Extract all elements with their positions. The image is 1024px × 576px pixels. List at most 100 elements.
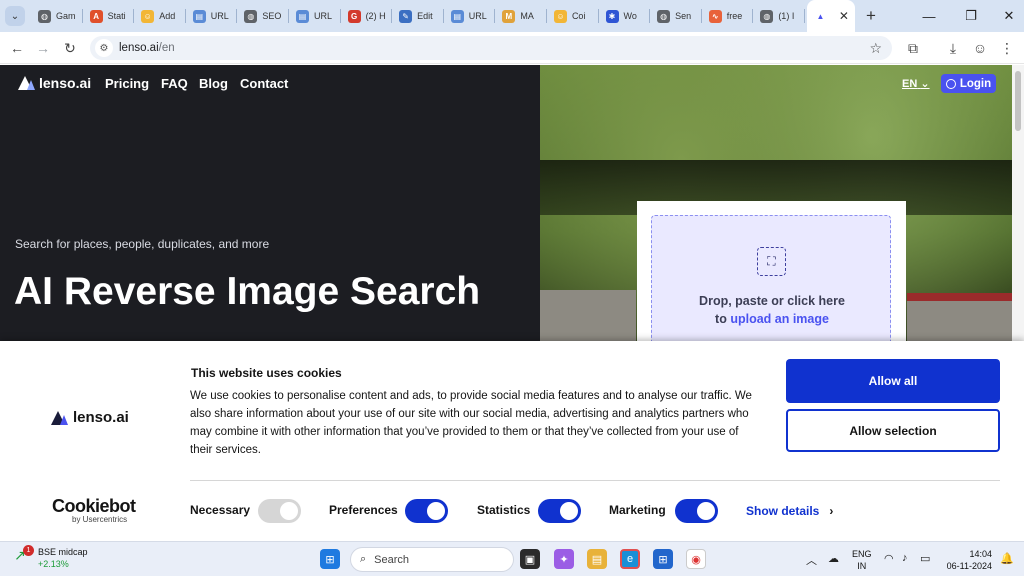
menu-kebab-icon[interactable]: ⋮ <box>994 35 1020 61</box>
notification-bell-icon[interactable]: 🔔 <box>1000 552 1014 565</box>
browser-tab[interactable]: ▤ URL <box>289 0 341 32</box>
chrome-icon[interactable]: ◉ <box>686 549 706 569</box>
browser-tab[interactable]: ◍ SEO <box>237 0 289 32</box>
nav-faq[interactable]: FAQ <box>161 76 188 91</box>
nav-blog[interactable]: Blog <box>199 76 228 91</box>
smiley-icon: ☺ <box>141 9 155 23</box>
browser-tab[interactable]: ☺ Add <box>134 0 186 32</box>
file-explorer-icon[interactable]: ▤ <box>587 549 607 569</box>
clock-time: 14:04 <box>969 549 992 559</box>
scrollbar-thumb[interactable] <box>1015 71 1021 131</box>
login-button[interactable]: Login <box>941 74 996 93</box>
hero-title: AI Reverse Image Search <box>14 270 481 313</box>
drop-instruction: Drop, paste or click here <box>699 294 845 308</box>
nav-contact[interactable]: Contact <box>240 76 288 91</box>
preferences-toggle[interactable] <box>405 499 448 523</box>
allow-all-button[interactable]: Allow all <box>786 359 1000 403</box>
download-icon[interactable]: ⤓ <box>940 35 966 61</box>
battery-icon[interactable]: ▭ <box>920 552 930 565</box>
edit-icon: ✎ <box>399 9 413 23</box>
wifi-icon[interactable]: ◠ <box>884 552 894 565</box>
necessary-toggle[interactable] <box>258 499 301 523</box>
back-button[interactable]: ← <box>4 35 30 61</box>
address-bar[interactable]: ⚙ lenso.ai/en ☆ <box>90 36 892 60</box>
close-window-button[interactable]: ✕ <box>990 0 1024 32</box>
cookie-divider <box>190 480 1000 481</box>
chevron-down-icon: ⌄ <box>920 78 930 90</box>
tab-label: (1) I <box>778 11 795 21</box>
show-details-link[interactable]: Show details › <box>746 504 833 518</box>
edge-icon[interactable]: e <box>620 549 640 569</box>
site-logo[interactable]: lenso.ai <box>18 75 91 91</box>
notification-badge: 1 <box>23 545 34 556</box>
statistics-label: Statistics <box>477 503 531 517</box>
browser-tab[interactable]: ✱ Wo <box>599 0 651 32</box>
marketing-label: Marketing <box>609 503 666 517</box>
necessary-label: Necessary <box>190 503 251 517</box>
allow-selection-button[interactable]: Allow selection <box>786 409 1000 452</box>
browser-tab[interactable]: M MA <box>495 0 547 32</box>
reload-button[interactable]: ↻ <box>57 35 83 61</box>
new-tab-button[interactable]: + <box>859 6 883 26</box>
url-text: lenso.ai/en <box>119 42 175 54</box>
browser-tab[interactable]: ▤ URL <box>444 0 496 32</box>
windows-start-icon[interactable]: ⊞ <box>320 549 340 569</box>
tab-label: SEO <box>262 11 282 21</box>
smiley-icon: ☺ <box>553 9 567 23</box>
browser-tab[interactable]: ◍ Gam <box>31 0 83 32</box>
input-language[interactable]: ENG IN <box>852 548 872 572</box>
browser-tab[interactable]: ▤ URL <box>186 0 238 32</box>
forward-button[interactable]: → <box>30 35 56 61</box>
tab-label: Edit <box>417 11 433 21</box>
site-nav: lenso.ai Pricing FAQ Blog Contact EN ⌄ L… <box>0 65 1012 101</box>
stock-chart-icon: ↗ 1 <box>14 545 34 565</box>
upload-dropzone[interactable]: ⛶ Drop, paste or click here to upload an… <box>651 215 891 351</box>
copilot-icon[interactable]: ✦ <box>554 549 574 569</box>
volume-icon[interactable]: ♪ <box>902 552 908 564</box>
profile-icon[interactable]: ☺ <box>967 35 993 61</box>
tab-label: Add <box>159 11 176 21</box>
windows-taskbar: ↗ 1 BSE midcap +2.13% ⊞ ⌕ Search ▣ ✦ ▤ e … <box>0 541 1024 576</box>
tab-active-lenso[interactable]: ▲ ✕ <box>806 0 855 32</box>
bookmark-star-icon[interactable]: ☆ <box>869 40 882 57</box>
browser-tab[interactable]: ◍ (1) I <box>753 0 805 32</box>
tab-label: (2) H <box>365 11 386 21</box>
close-tab-icon[interactable]: ✕ <box>839 9 849 23</box>
browser-tab[interactable]: ∿ free <box>702 0 754 32</box>
nav-pricing[interactable]: Pricing <box>105 76 149 91</box>
browser-tab[interactable]: ◍ Sen <box>650 0 702 32</box>
stock-change: +2.13% <box>38 559 69 569</box>
tab-label: URL <box>468 11 487 21</box>
cookiebot-logo[interactable]: Cookiebot by Usercentrics <box>52 496 136 524</box>
onedrive-icon[interactable]: ☁ <box>828 552 839 565</box>
store-icon[interactable]: ⊞ <box>653 549 673 569</box>
tab-search-button[interactable]: ⌄ <box>5 6 25 26</box>
tray-chevron-icon[interactable]: ︿ <box>806 552 817 568</box>
task-view-icon[interactable]: ▣ <box>520 549 540 569</box>
restore-button[interactable]: ❐ <box>952 0 990 32</box>
taskbar-search[interactable]: ⌕ Search <box>350 547 514 572</box>
language-selector[interactable]: EN ⌄ <box>902 77 930 90</box>
language-label: EN <box>902 78 918 90</box>
browser-tab[interactable]: ✎ Edit <box>392 0 444 32</box>
tab-label: Sen <box>675 11 692 21</box>
stock-name: BSE midcap <box>38 547 88 557</box>
browser-tab[interactable]: A Stati <box>83 0 135 32</box>
marketing-toggle[interactable] <box>675 499 718 523</box>
toggle-knob <box>697 502 715 520</box>
system-clock[interactable]: 14:04 06-11-2024 <box>944 548 992 572</box>
user-icon <box>945 78 956 89</box>
minimize-button[interactable]: — <box>910 0 948 32</box>
extensions-icon[interactable]: ⧉ <box>900 35 926 61</box>
browser-tab[interactable]: ☺ Coi <box>547 0 599 32</box>
hero-subtitle: Search for places, people, duplicates, a… <box>15 237 270 251</box>
lang-bottom: IN <box>857 561 867 571</box>
cookiebot-text: Cookiebot <box>52 496 136 516</box>
show-details-label: Show details <box>746 504 820 518</box>
site-info-icon[interactable]: ⚙ <box>95 39 113 57</box>
globe-icon: ◍ <box>657 9 671 23</box>
statistics-toggle[interactable] <box>538 499 581 523</box>
browser-tab[interactable]: G (2) H <box>341 0 393 32</box>
upload-image-link[interactable]: upload an image <box>730 312 829 326</box>
stock-widget[interactable]: ↗ 1 BSE midcap +2.13% <box>14 545 88 569</box>
